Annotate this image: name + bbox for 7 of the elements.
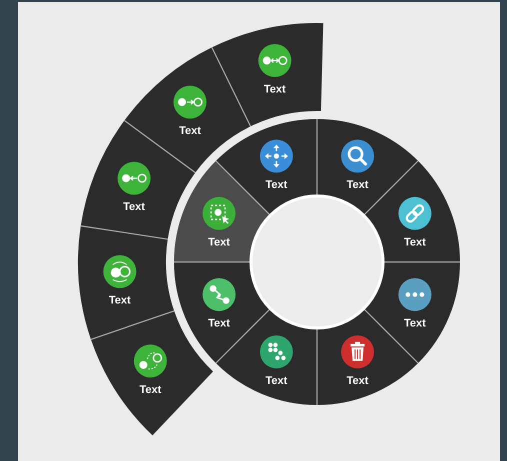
menu-item[interactable]: Text bbox=[212, 23, 324, 126]
menu-item[interactable]: Text bbox=[78, 226, 174, 340]
dot-arrow-circle-icon bbox=[118, 162, 151, 195]
dashed-path-icon bbox=[134, 344, 167, 378]
swap-cycle-icon bbox=[103, 255, 136, 288]
dot-arrow-circle-icon bbox=[174, 86, 206, 119]
dot-double-arrow-circle-icon bbox=[258, 44, 292, 78]
